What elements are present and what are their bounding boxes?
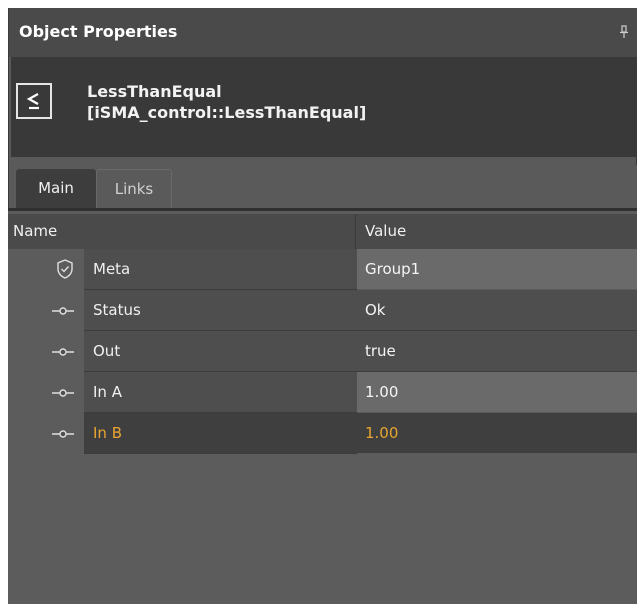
properties-grid: Name Value Meta Group1 Status Ok Out tru… [8, 208, 637, 604]
property-name: Out [93, 342, 121, 360]
property-value: true [365, 342, 396, 360]
panel-title-bar: Object Properties [9, 8, 637, 57]
property-value[interactable]: 1.00 [365, 413, 398, 454]
shield-check-icon [57, 259, 73, 279]
less-than-equal-icon [16, 83, 52, 119]
slot-icon [52, 307, 74, 315]
property-row-in-b[interactable]: In B 1.00 [8, 413, 637, 454]
pin-icon[interactable] [619, 25, 629, 39]
property-value[interactable]: Group1 [365, 249, 420, 290]
object-name: LessThanEqual [87, 82, 222, 101]
property-value: Ok [365, 301, 386, 319]
slot-icon [52, 348, 74, 356]
tab-links[interactable]: Links [96, 169, 172, 208]
property-row-out[interactable]: Out true [8, 331, 637, 372]
property-row-in-a[interactable]: In A 1.00 [8, 372, 637, 413]
grid-empty-area [8, 459, 637, 604]
slot-icon [52, 389, 74, 397]
property-value[interactable]: 1.00 [365, 372, 398, 413]
column-header-name[interactable]: Name [11, 214, 356, 249]
tab-main[interactable]: Main [16, 169, 96, 208]
slot-icon [52, 430, 74, 438]
property-name: Meta [93, 260, 131, 278]
object-type: [iSMA_control::LessThanEqual] [87, 103, 367, 122]
property-name: In B [93, 424, 122, 442]
property-row-meta[interactable]: Meta Group1 [8, 249, 637, 290]
grid-header: Name Value [8, 214, 637, 249]
property-name: In A [93, 383, 122, 401]
tab-strip: Main Links [10, 157, 636, 208]
property-name: Status [93, 301, 141, 319]
property-row-status[interactable]: Status Ok [8, 290, 637, 331]
column-header-value[interactable]: Value [357, 214, 637, 249]
panel-title: Object Properties [19, 22, 178, 41]
